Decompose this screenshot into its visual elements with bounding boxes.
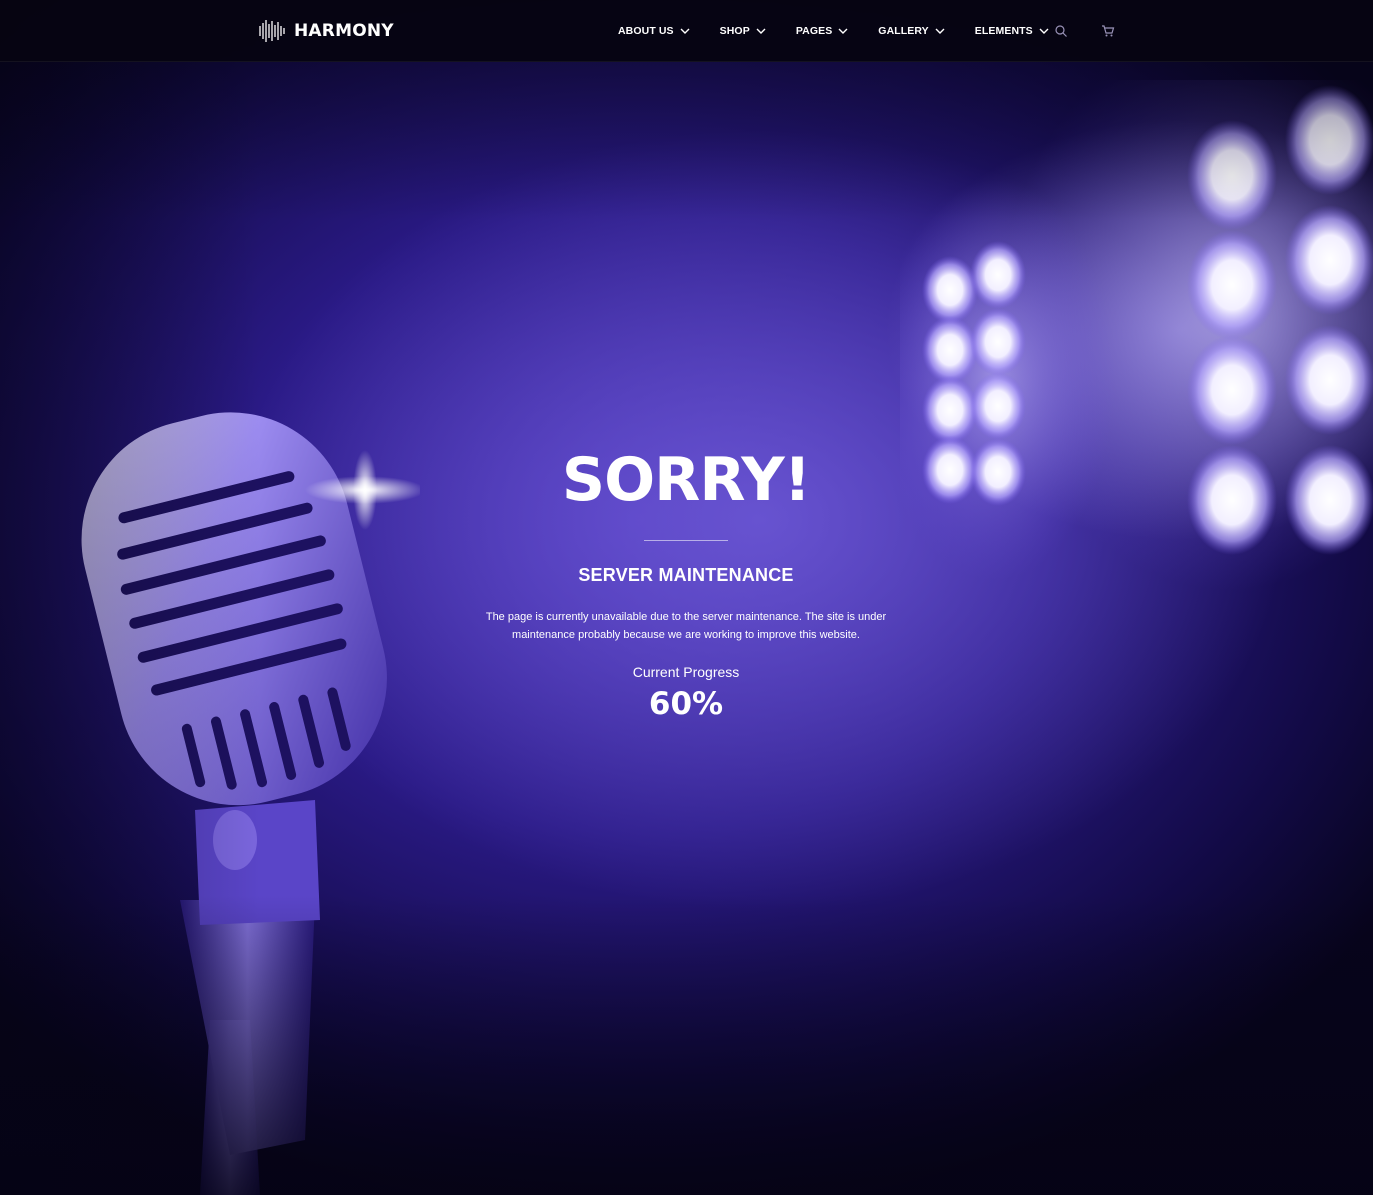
brand-logo[interactable]: HARMONY: [258, 18, 394, 44]
maintenance-description: The page is currently unavailable due to…: [485, 611, 887, 641]
nav-item-pages[interactable]: PAGES: [796, 25, 848, 37]
page-subtitle: SERVER MAINTENANCE: [578, 565, 794, 585]
maintenance-page: HARMONY ABOUT US SHOP PAGES GALLERY ELEM…: [0, 0, 1373, 1195]
nav-item-label: ELEMENTS: [974, 25, 1033, 37]
chevron-down-icon: [838, 28, 848, 34]
maintenance-content: SORRY! SERVER MAINTENANCE The page is cu…: [436, 440, 936, 722]
nav-item-label: SHOP: [719, 25, 750, 37]
stadium-lights-image: [900, 80, 1373, 590]
search-icon[interactable]: [1054, 24, 1068, 38]
nav-item-gallery[interactable]: GALLERY: [878, 25, 945, 37]
nav-item-about-us[interactable]: ABOUT US: [618, 25, 690, 37]
cart-icon[interactable]: [1101, 24, 1115, 38]
progress-value: 60%: [648, 686, 724, 722]
brand-name: HARMONY: [294, 21, 394, 41]
site-header: HARMONY ABOUT US SHOP PAGES GALLERY ELEM…: [0, 0, 1373, 62]
nav-item-label: PAGES: [795, 25, 833, 37]
chevron-down-icon: [680, 28, 690, 34]
equalizer-logo-icon: [259, 20, 285, 42]
main-nav: ABOUT US SHOP PAGES GALLERY ELEMENTS: [618, 22, 1079, 40]
microphone-image: [81, 412, 420, 1195]
title-divider: [644, 540, 728, 541]
chevron-down-icon: [1039, 28, 1049, 34]
nav-item-elements[interactable]: ELEMENTS: [975, 25, 1049, 37]
nav-item-label: ABOUT US: [618, 25, 674, 37]
chevron-down-icon: [756, 28, 766, 34]
nav-item-shop[interactable]: SHOP: [720, 25, 766, 37]
nav-item-label: GALLERY: [878, 25, 929, 37]
progress-label: Current Progress: [632, 664, 740, 680]
page-title: SORRY!: [561, 445, 811, 515]
chevron-down-icon: [935, 28, 945, 34]
